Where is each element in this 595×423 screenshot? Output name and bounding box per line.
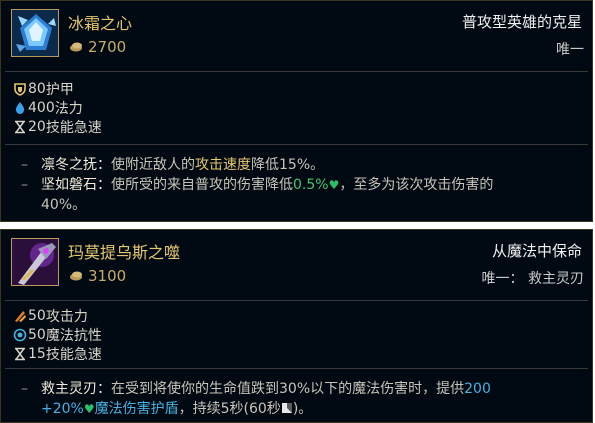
effect-text: 使附近敌人的 (111, 157, 195, 173)
item-tooltip-frozen-heart: 冰霜之心 2700 普攻型英雄的克星 唯一 80 护甲 400 法力 20 技能… (0, 0, 593, 222)
item-tagline: 普攻型英雄的克星 (461, 13, 582, 31)
stat-label: 技能急速 (45, 346, 102, 363)
stat-armor: 80 护甲 (13, 79, 102, 98)
effect-rock-solid: – 坚如磐石：使所受的来自普攻的伤害降低0.5%♥，至多为该次攻击伤害的 40%。 (21, 175, 578, 215)
maw-of-malmortius-icon (11, 238, 59, 286)
magic-resist-icon (13, 328, 27, 341)
item-name: 冰霜之心 (68, 14, 133, 33)
stat-label: 技能急速 (45, 119, 102, 136)
effect-text: ，至多为该次攻击伤害的 (339, 177, 494, 193)
effect-name: 凛冬之抚： (41, 157, 111, 173)
effect-name: 救主灵刃： (41, 381, 111, 397)
effect-text: 40%。 (41, 197, 87, 213)
frozen-heart-icon (11, 9, 59, 57)
stat-label: 攻击力 (45, 308, 88, 325)
stat-value: 400 (28, 99, 55, 116)
stat-label: 护甲 (45, 81, 74, 98)
effect-name: 坚如磐石： (41, 177, 111, 193)
item-unique-label: 唯一 (556, 42, 584, 58)
tooltip-header: 玛莫提乌斯之噬 3100 从魔法中保命 唯一： 救主灵刃 (1, 230, 592, 298)
effect-list: – 凛冬之抚：使附近敌人的攻击速度降低15%。 – 坚如磐石：使所受的来自普攻的… (21, 155, 578, 215)
stat-value: 50 (28, 307, 46, 324)
attack-damage-icon (15, 310, 26, 322)
health-heart-icon: ♥ (328, 178, 340, 192)
ability-haste-icon (15, 120, 25, 133)
armor-icon (14, 82, 26, 96)
stat-label: 魔法抗性 (45, 327, 102, 344)
item-cost: 2700 (68, 38, 126, 56)
ability-haste-icon (15, 347, 25, 360)
effect-text: 在受到将使你的生命值跌到30%以下的魔法伤害时，提供 (111, 381, 465, 397)
effect-scaling-value: 0.5% (293, 177, 329, 193)
item-tagline: 从魔法中保命 (491, 242, 582, 260)
item-cost: 3100 (68, 267, 126, 285)
stat-ability-haste: 20 技能急速 (13, 117, 102, 136)
gold-coin-icon (70, 42, 82, 52)
cooldown-icon (281, 403, 292, 413)
gold-coin-icon (70, 271, 82, 281)
stat-mana: 400 法力 (13, 98, 102, 117)
item-unique-label: 唯一： 救主灵刃 (481, 271, 584, 287)
effect-text: 使所受的来自普攻的伤害降低 (111, 177, 293, 193)
effect-bullet: – (21, 157, 28, 173)
header-divider (5, 71, 588, 72)
mana-drop-icon (15, 101, 25, 114)
stat-attack-damage: 50 攻击力 (13, 306, 102, 325)
effect-list: – 救主灵刃：在受到将使你的生命值跌到30%以下的魔法伤害时，提供200 +20%… (21, 379, 578, 419)
effect-lifeline: – 救主灵刃：在受到将使你的生命值跌到30%以下的魔法伤害时，提供200 +20%… (21, 379, 578, 419)
effect-shield-scaling: +20% (41, 401, 84, 417)
stat-label: 法力 (54, 100, 83, 117)
tooltip-header: 冰霜之心 2700 普攻型英雄的克星 唯一 (1, 1, 592, 69)
effect-text: 降低15%。 (251, 157, 325, 173)
item-cost-value: 3100 (88, 267, 127, 285)
effect-shield-base: 200 (464, 381, 491, 397)
effect-keyword: 魔法伤害护盾 (94, 401, 179, 417)
stats-divider (5, 144, 588, 145)
stat-ability-haste: 15 技能急速 (13, 344, 102, 363)
stat-value: 50 (28, 326, 46, 343)
effect-keyword: 攻击速度 (195, 157, 251, 173)
stats-divider (5, 368, 588, 369)
stat-value: 80 (28, 80, 46, 97)
stat-list: 50 攻击力 50 魔法抗性 15 技能急速 (13, 306, 102, 363)
item-cost-value: 2700 (88, 38, 127, 56)
item-tooltip-maw-of-malmortius: 玛莫提乌斯之噬 3100 从魔法中保命 唯一： 救主灵刃 50 攻击力 50 魔法抗… (0, 229, 593, 423)
header-divider (5, 300, 588, 301)
effect-text: )。 (292, 401, 313, 417)
stat-value: 15 (28, 345, 46, 362)
stat-list: 80 护甲 400 法力 20 技能急速 (13, 79, 102, 136)
effect-bullet: – (21, 177, 28, 193)
stat-value: 20 (28, 118, 46, 135)
stat-magic-resist: 50 魔法抗性 (13, 325, 102, 344)
effect-bullet: – (21, 381, 28, 397)
health-heart-icon: ♥ (83, 402, 95, 416)
effect-text: ，持续5秒(60秒 (178, 401, 281, 417)
item-name: 玛莫提乌斯之噬 (68, 243, 181, 262)
effect-winters-caress: – 凛冬之抚：使附近敌人的攻击速度降低15%。 (21, 155, 578, 175)
